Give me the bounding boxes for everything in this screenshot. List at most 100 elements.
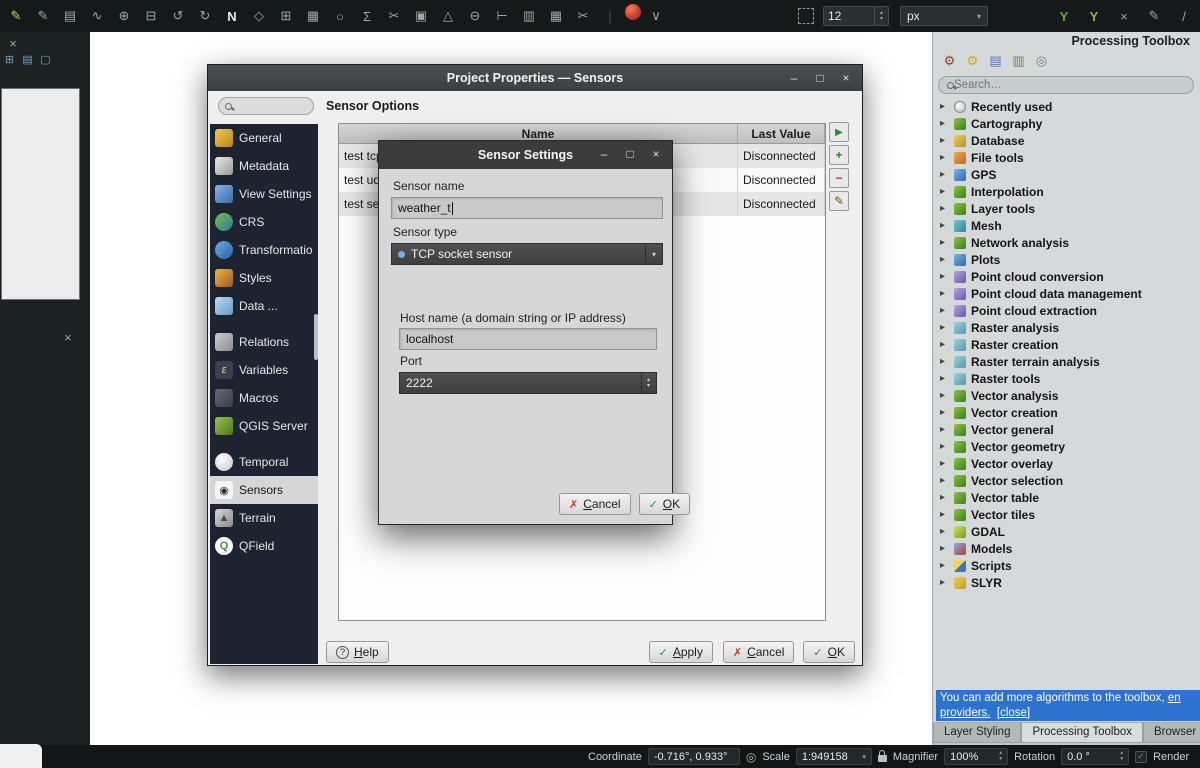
properties-search-box[interactable]	[218, 97, 314, 115]
sidebar-item-relations[interactable]: Relations	[210, 328, 318, 356]
port-spinner[interactable]: 2222 ▴ ▾	[399, 372, 657, 394]
modal-titlebar[interactable]: Sensor Settings – □ ×	[379, 141, 672, 169]
coordinate-tracking-icon[interactable]: ◎	[746, 750, 756, 764]
expand-arrow-icon[interactable]: ▸	[940, 220, 949, 231]
draw-icon[interactable]: ✎	[1142, 4, 1166, 28]
expand-arrow-icon[interactable]: ▸	[940, 373, 949, 384]
north-arrow-icon[interactable]: N	[220, 4, 244, 28]
digitizing-icon[interactable]: ∿	[85, 4, 109, 28]
toolbox-group-gdal[interactable]: ▸ GDAL	[933, 523, 1200, 540]
close-notification-link[interactable]: [close]	[997, 707, 1030, 719]
save-edits-icon[interactable]: ▤	[58, 4, 82, 28]
undo-icon[interactable]: ↺	[166, 4, 190, 28]
toolbox-group-database[interactable]: ▸ Database	[933, 132, 1200, 149]
reshape-icon[interactable]: △	[436, 4, 460, 28]
toolbox-group-slyr[interactable]: ▸ SLYR	[933, 574, 1200, 591]
split-features-icon[interactable]: ✂	[382, 4, 406, 28]
minimize-icon[interactable]: –	[596, 147, 612, 161]
toolbox-group-raster-terrain-analysis[interactable]: ▸ Raster terrain analysis	[933, 353, 1200, 370]
sensor-name-input[interactable]: weather_t	[391, 197, 663, 219]
toolbox-search-input[interactable]	[954, 79, 1185, 91]
toolbox-group-vector-tiles[interactable]: ▸ Vector tiles	[933, 506, 1200, 523]
dock-list-icon[interactable]: ▤	[20, 52, 35, 67]
expand-arrow-icon[interactable]: ▸	[940, 152, 949, 163]
toolbox-group-vector-creation[interactable]: ▸ Vector creation	[933, 404, 1200, 421]
toolbox-group-plots[interactable]: ▸ Plots	[933, 251, 1200, 268]
toolbox-group-mesh[interactable]: ▸ Mesh	[933, 217, 1200, 234]
maximize-icon[interactable]: □	[622, 147, 638, 161]
sidebar-item-qfield[interactable]: Q QField	[210, 532, 318, 560]
toolbox-group-vector-selection[interactable]: ▸ Vector selection	[933, 472, 1200, 489]
toolbox-group-vector-general[interactable]: ▸ Vector general	[933, 421, 1200, 438]
sidebar-item-metadata[interactable]: Metadata	[210, 152, 318, 180]
spinner-arrows-icon[interactable]: ▴ ▾	[874, 7, 888, 25]
sidebar-scrollbar[interactable]	[314, 314, 318, 360]
expand-arrow-icon[interactable]: ▸	[940, 339, 949, 350]
toolbox-group-point-cloud-extraction[interactable]: ▸ Point cloud extraction	[933, 302, 1200, 319]
expand-arrow-icon[interactable]: ▸	[940, 254, 949, 265]
expand-arrow-icon[interactable]: ▸	[940, 492, 949, 503]
toolbox-group-vector-overlay[interactable]: ▸ Vector overlay	[933, 455, 1200, 472]
dock-panel-icon[interactable]: ▢	[38, 52, 53, 67]
help-button[interactable]: ? Help	[326, 641, 389, 663]
style-icon[interactable]: ✎	[4, 4, 28, 28]
expand-arrow-icon[interactable]: ▸	[940, 135, 949, 146]
expand-arrow-icon[interactable]: ▸	[940, 390, 949, 401]
toolbox-group-vector-analysis[interactable]: ▸ Vector analysis	[933, 387, 1200, 404]
sidebar-item-sensors[interactable]: ◉ Sensors	[210, 476, 318, 504]
measure-icon[interactable]: /	[1172, 4, 1196, 28]
toolbox-history-icon[interactable]: ◎	[1033, 52, 1050, 69]
expand-arrow-icon[interactable]: ▸	[940, 407, 949, 418]
rotate-feature-icon[interactable]: ○	[328, 4, 352, 28]
toolbox-group-raster-creation[interactable]: ▸ Raster creation	[933, 336, 1200, 353]
expand-arrow-icon[interactable]: ▸	[940, 169, 949, 180]
statistics-icon[interactable]: Σ	[355, 4, 379, 28]
split-lines-icon[interactable]: Y	[1082, 4, 1106, 28]
expand-arrow-icon[interactable]: ▸	[940, 356, 949, 367]
trim-extend-icon[interactable]: ⊢	[490, 4, 514, 28]
close-icon[interactable]: ×	[64, 330, 72, 345]
cut-icon[interactable]: ✂	[571, 4, 595, 28]
edit-icon[interactable]: ✎	[31, 4, 55, 28]
toolbox-group-point-cloud-conversion[interactable]: ▸ Point cloud conversion	[933, 268, 1200, 285]
column-header-last-value[interactable]: Last Value	[738, 124, 825, 143]
magnifier-spinner[interactable]: 100% ▴▾	[944, 748, 1008, 765]
expand-arrow-icon[interactable]: ▸	[940, 560, 949, 571]
properties-search-input[interactable]	[236, 100, 307, 112]
tab-layer-styling[interactable]: Layer Styling	[933, 723, 1021, 743]
connect-sensor-button[interactable]: ▶	[829, 122, 849, 142]
render-checkbox[interactable]: ✓	[1135, 751, 1147, 763]
toolbox-search-box[interactable]	[938, 76, 1194, 94]
unit-combobox[interactable]: px ▾	[900, 6, 988, 26]
merge-features-icon[interactable]: ▣	[409, 4, 433, 28]
expand-arrow-icon[interactable]: ▸	[940, 288, 949, 299]
expand-arrow-icon[interactable]: ▸	[940, 509, 949, 520]
expand-arrow-icon[interactable]: ▸	[940, 203, 949, 214]
offset-curve-icon[interactable]: ⊖	[463, 4, 487, 28]
close-icon[interactable]: ×	[6, 36, 20, 51]
merge-lines-icon[interactable]: Y	[1052, 4, 1076, 28]
expand-arrow-icon[interactable]: ▸	[940, 271, 949, 282]
rotation-spinner[interactable]: 0.0 ° ▴▾	[1061, 748, 1129, 765]
expand-arrow-icon[interactable]: ▸	[940, 543, 949, 554]
providers-link[interactable]: providers.	[940, 707, 991, 719]
toolbox-wrench-icon[interactable]: ⚙	[941, 52, 958, 69]
delete-vertex-icon[interactable]: ×	[1112, 4, 1136, 28]
sidebar-spacer[interactable]	[210, 440, 318, 448]
sidebar-item-terrain[interactable]: ▲ Terrain	[210, 504, 318, 532]
font-size-input[interactable]	[824, 7, 874, 25]
sidebar-item-general[interactable]: General	[210, 124, 318, 152]
host-name-input[interactable]: localhost	[399, 328, 657, 350]
add-sensor-button[interactable]: +	[829, 145, 849, 165]
lock-scale-icon[interactable]	[878, 755, 887, 762]
toolbox-group-vector-geometry[interactable]: ▸ Vector geometry	[933, 438, 1200, 455]
minimize-icon[interactable]: –	[786, 71, 802, 85]
toolbox-group-layer-tools[interactable]: ▸ Layer tools	[933, 200, 1200, 217]
spinner-arrows-icon[interactable]: ▴ ▾	[641, 373, 650, 393]
coordinate-input[interactable]: -0.716°, 0.933°	[648, 748, 740, 765]
toolbox-group-raster-analysis[interactable]: ▸ Raster analysis	[933, 319, 1200, 336]
extent-box-icon[interactable]	[798, 8, 814, 24]
maximize-icon[interactable]: □	[812, 71, 828, 85]
toolbox-group-gps[interactable]: ▸ GPS	[933, 166, 1200, 183]
expand-arrow-icon[interactable]: ▸	[940, 118, 949, 129]
